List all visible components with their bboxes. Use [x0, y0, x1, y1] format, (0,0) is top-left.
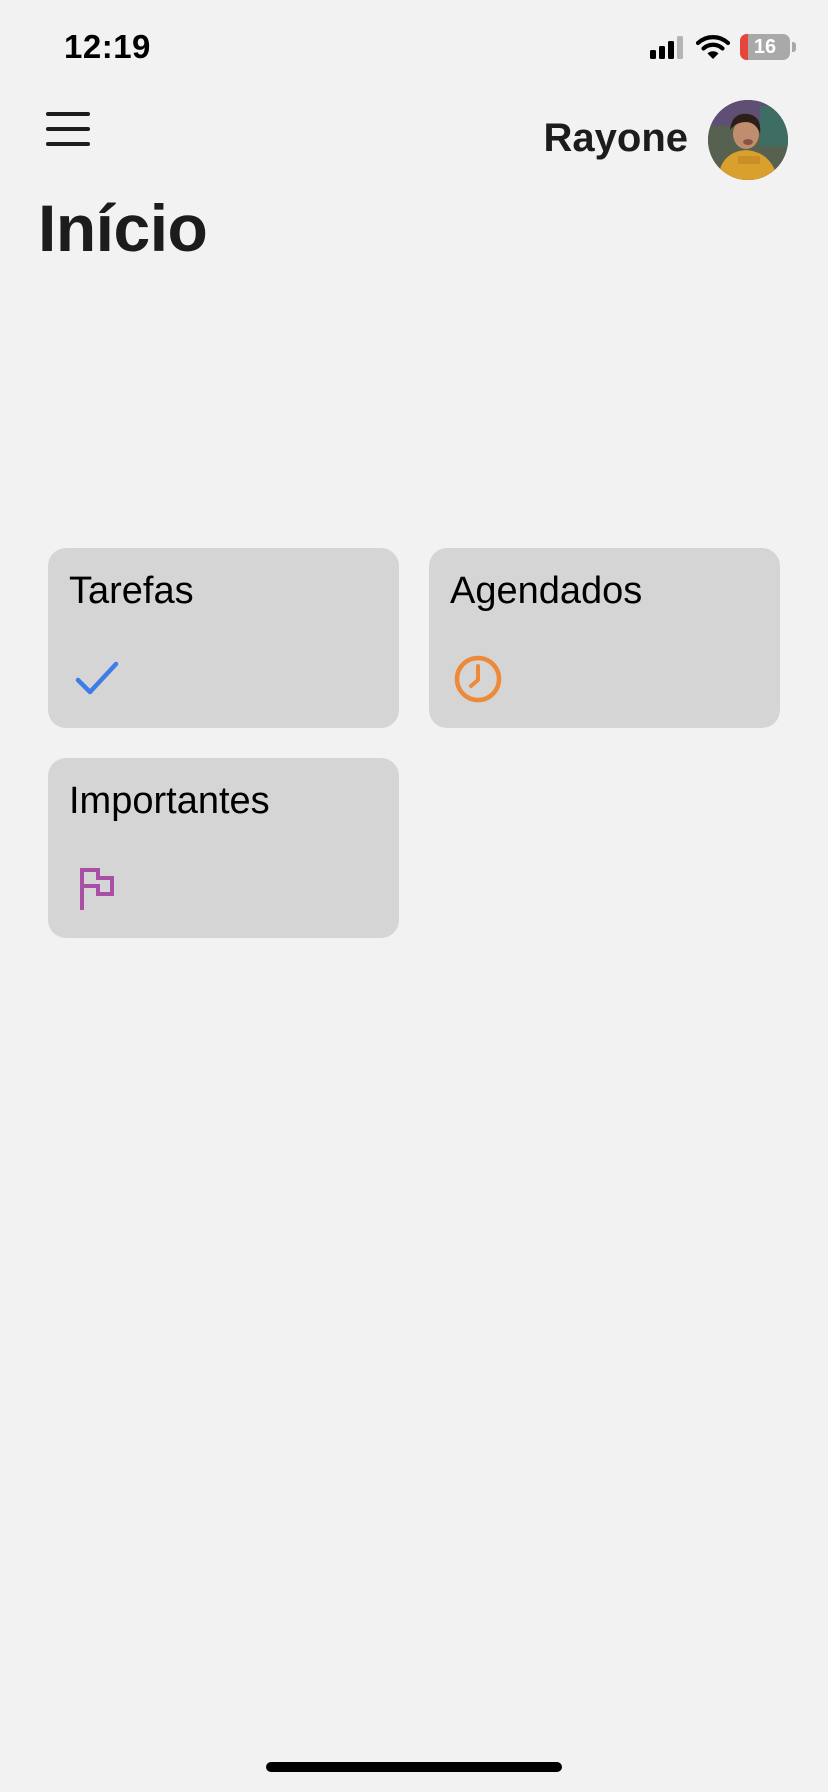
category-card-important[interactable]: Importantes	[48, 758, 399, 938]
menu-line	[46, 142, 90, 146]
user-name[interactable]: Rayone	[544, 116, 689, 161]
battery-indicator: 16	[740, 34, 790, 60]
menu-line	[46, 112, 90, 116]
menu-line	[46, 127, 90, 131]
hamburger-menu-icon[interactable]	[44, 108, 92, 150]
status-time: 12:19	[64, 28, 151, 65]
avatar-photo	[708, 100, 788, 180]
status-bar: 12:19 16	[0, 0, 828, 96]
status-icons: 16	[650, 34, 796, 60]
home-indicator[interactable]	[266, 1762, 562, 1772]
category-card-tasks[interactable]: Tarefas	[48, 548, 399, 728]
wifi-icon	[696, 35, 730, 59]
category-card-scheduled[interactable]: Agendados	[429, 548, 780, 728]
checkmark-icon	[75, 661, 119, 695]
battery-percent: 16	[753, 35, 777, 58]
category-label: Tarefas	[69, 570, 194, 612]
category-label: Importantes	[69, 780, 270, 822]
flag-icon	[80, 868, 114, 910]
avatar[interactable]	[708, 100, 788, 180]
category-label: Agendados	[450, 570, 643, 612]
battery-cap	[792, 42, 796, 52]
page-title: Início	[38, 191, 208, 265]
clock-icon	[454, 655, 502, 703]
cellular-signal-icon	[650, 36, 683, 59]
battery-level-fill	[740, 34, 748, 60]
